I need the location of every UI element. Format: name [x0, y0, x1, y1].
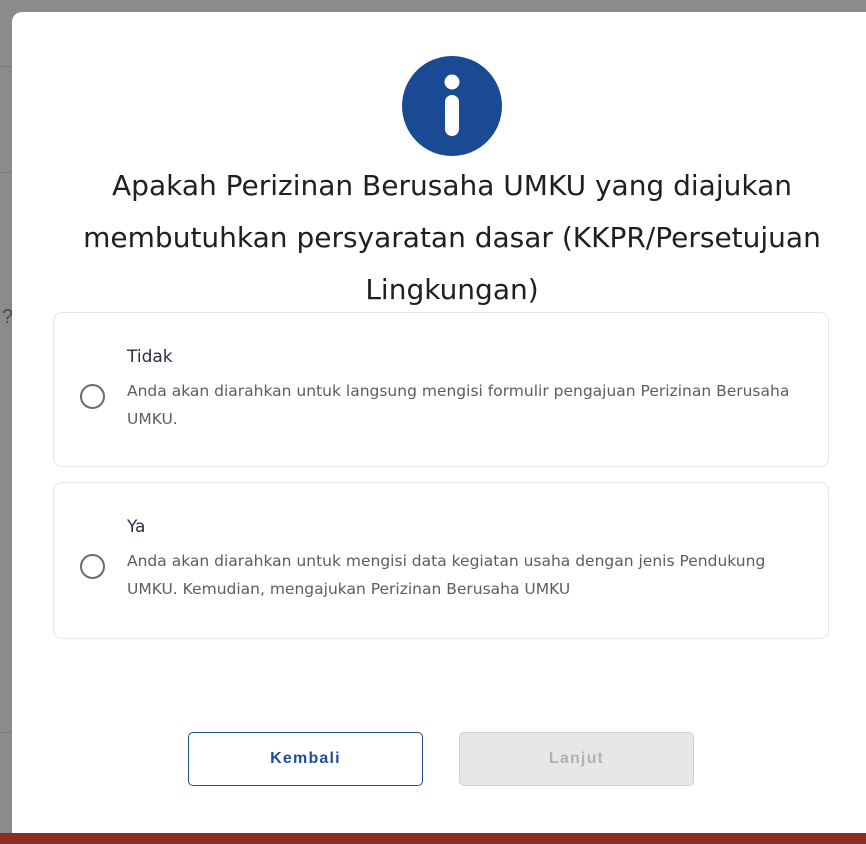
back-button[interactable]: Kembali — [188, 732, 423, 786]
background-footer-bar — [0, 833, 866, 844]
option-tidak[interactable]: Tidak Anda akan diarahkan untuk langsung… — [53, 312, 829, 467]
option-ya[interactable]: Ya Anda akan diarahkan untuk mengisi dat… — [53, 482, 829, 639]
background-divider — [0, 732, 12, 733]
next-button[interactable]: Lanjut — [459, 732, 694, 786]
background-text-fragment: ? — [2, 306, 12, 329]
info-icon — [402, 56, 502, 156]
option-label: Tidak — [127, 347, 173, 367]
option-description: Anda akan diarahkan untuk mengisi data k… — [127, 552, 766, 598]
option-description: Anda akan diarahkan untuk langsung mengi… — [127, 382, 790, 428]
radio-button-tidak[interactable] — [80, 384, 105, 409]
radio-button-ya[interactable] — [80, 554, 105, 579]
option-label: Ya — [127, 517, 146, 537]
dialog-title: Apakah Perizinan Berusaha UMKU yang diaj… — [83, 169, 821, 306]
background-divider — [0, 66, 12, 67]
background-divider — [0, 172, 12, 173]
confirmation-dialog: Apakah Perizinan Berusaha UMKU yang diaj… — [12, 12, 866, 833]
